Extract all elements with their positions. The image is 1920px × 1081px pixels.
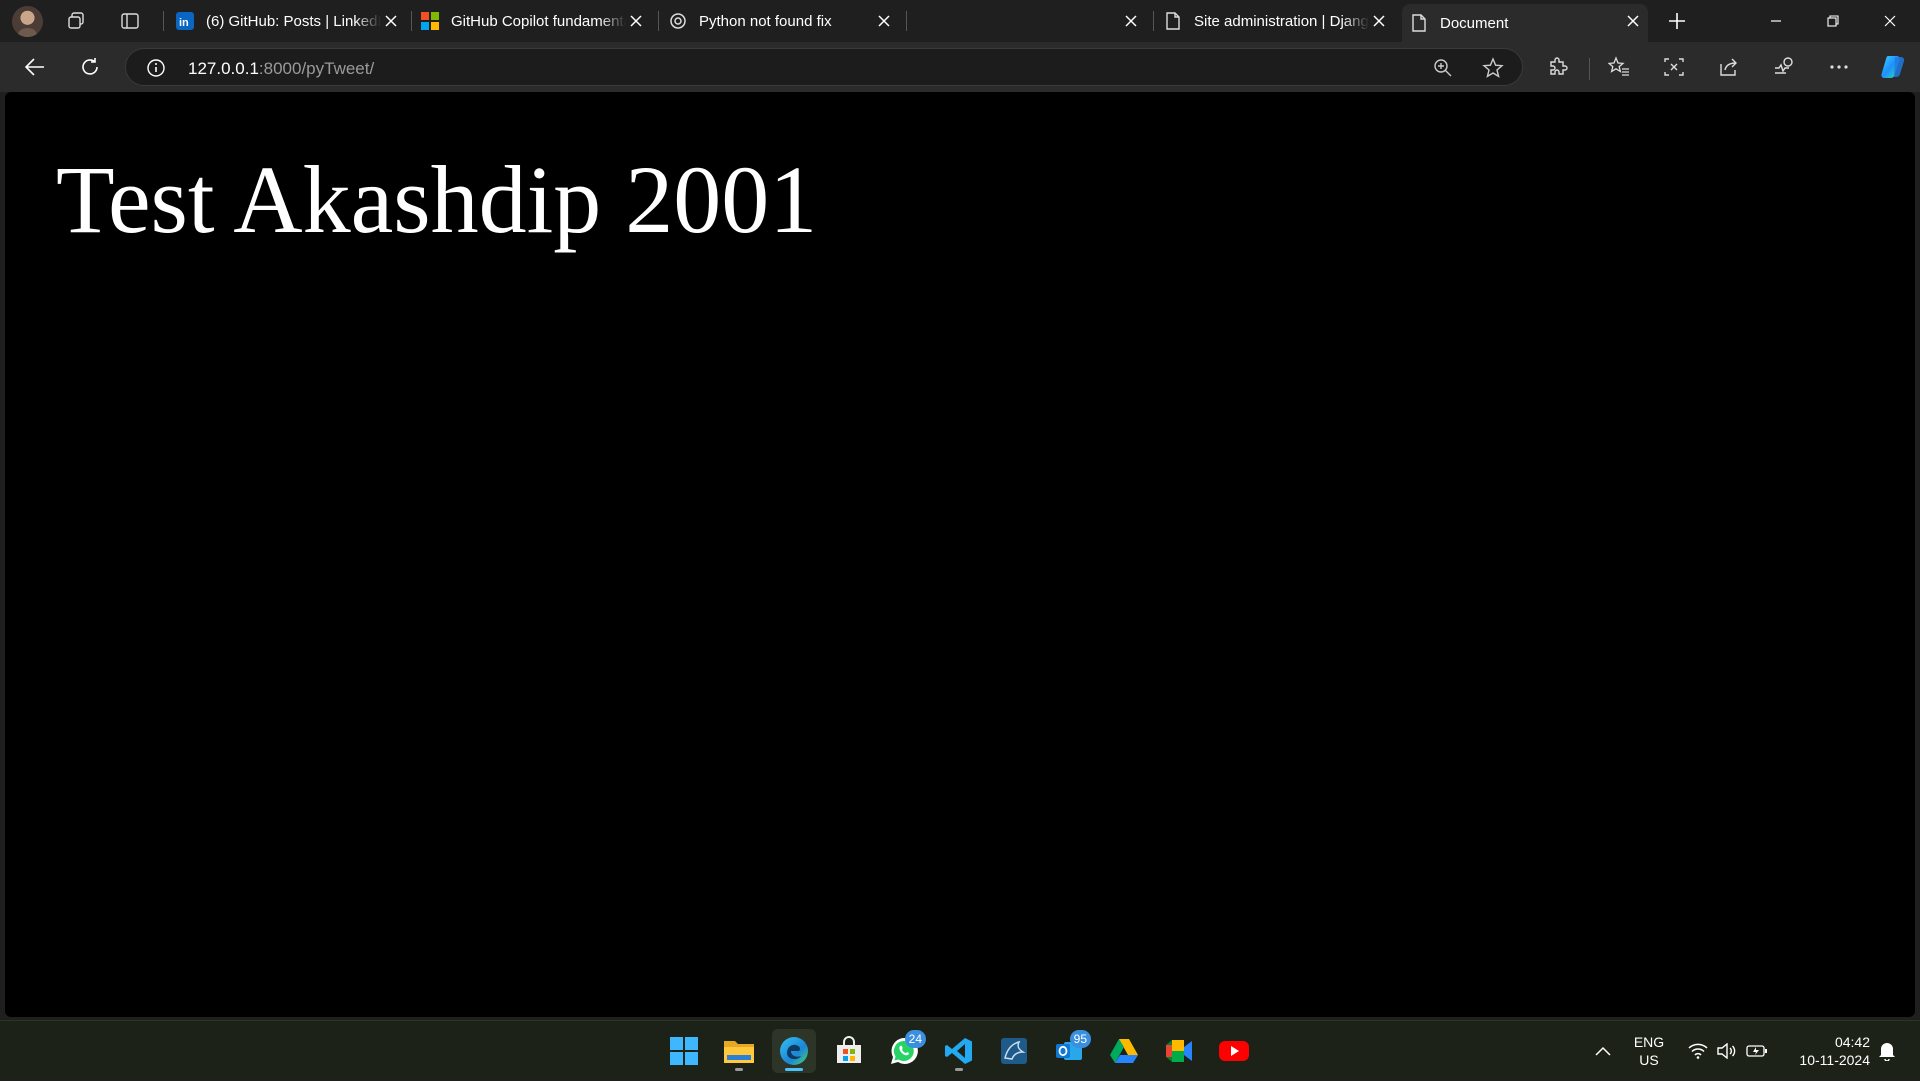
- new-tab-button[interactable]: [1662, 7, 1692, 35]
- restore-icon: [1827, 15, 1839, 27]
- mysql-icon: [1001, 1038, 1027, 1064]
- extensions-button[interactable]: [1541, 51, 1575, 83]
- clock-date: 10-11-2024: [1799, 1052, 1870, 1068]
- tab-title: (6) GitHub: Posts | LinkedIn: [206, 12, 381, 30]
- share-button[interactable]: [1712, 51, 1746, 83]
- youtube-icon: [1219, 1041, 1249, 1061]
- google-meet-button[interactable]: [1157, 1029, 1201, 1073]
- workspaces-icon: [68, 12, 84, 29]
- loading-icon: [916, 12, 934, 30]
- screenshot-icon: [1664, 58, 1684, 76]
- plus-icon: [1669, 13, 1685, 29]
- microsoft-icon: [421, 12, 439, 30]
- linkedin-icon: in: [176, 12, 194, 30]
- vscode-button[interactable]: [937, 1029, 981, 1073]
- taskbar: 24 95 ENG US 04:42 10-11-2024: [0, 1020, 1920, 1080]
- address-bar[interactable]: 127.0.0.1:8000/pyTweet/: [125, 48, 1523, 86]
- whatsapp-badge: 24: [904, 1030, 926, 1048]
- settings-more-button[interactable]: [1822, 51, 1856, 83]
- favorites-list-icon: [1608, 56, 1629, 76]
- youtube-button[interactable]: [1212, 1029, 1256, 1073]
- copilot-icon: [1881, 56, 1905, 78]
- volume-icon[interactable]: [1714, 1021, 1738, 1081]
- favorite-star-icon[interactable]: [1482, 57, 1504, 84]
- tab-blank[interactable]: [908, 4, 1146, 38]
- heart-pulse-icon: [1775, 57, 1793, 74]
- page-icon: [1410, 14, 1428, 32]
- show-hidden-icons-button[interactable]: [1587, 1021, 1619, 1081]
- close-tab-icon[interactable]: [627, 12, 645, 30]
- meet-icon: [1166, 1040, 1192, 1062]
- tab-copilot[interactable]: GitHub Copilot fundamentals: [413, 4, 651, 38]
- whatsapp-button[interactable]: 24: [882, 1029, 926, 1073]
- restore-button[interactable]: [1805, 0, 1861, 42]
- copilot-button[interactable]: [1876, 51, 1910, 83]
- browser-toolbar: 127.0.0.1:8000/pyTweet/: [0, 42, 1920, 92]
- tab-django-admin[interactable]: Site administration | Django: [1156, 4, 1394, 38]
- vertical-tabs-icon: [121, 13, 139, 29]
- battery-icon[interactable]: [1744, 1021, 1770, 1081]
- favorites-button[interactable]: [1602, 51, 1636, 83]
- browser-essentials-button[interactable]: [1767, 51, 1801, 83]
- site-info-icon[interactable]: [146, 58, 166, 83]
- close-tab-icon[interactable]: [1122, 12, 1140, 30]
- chatgpt-icon: [669, 12, 687, 30]
- url-text[interactable]: 127.0.0.1:8000/pyTweet/: [188, 59, 374, 79]
- back-button[interactable]: [18, 51, 52, 83]
- bell-icon: [1879, 1043, 1895, 1061]
- tab-document[interactable]: Document: [1402, 4, 1648, 42]
- drive-icon: [1110, 1039, 1138, 1063]
- screenshot-button[interactable]: [1657, 51, 1691, 83]
- puzzle-icon: [1550, 57, 1568, 75]
- clock-time: 04:42: [1834, 1034, 1870, 1050]
- more-dots-icon: [1830, 65, 1848, 69]
- wifi-icon[interactable]: [1686, 1021, 1710, 1081]
- refresh-button[interactable]: [73, 51, 107, 83]
- edge-icon: [780, 1037, 808, 1065]
- tab-title: Python not found fix: [699, 12, 832, 30]
- google-drive-button[interactable]: [1102, 1029, 1146, 1073]
- tab-linkedin[interactable]: in (6) GitHub: Posts | LinkedIn: [168, 4, 406, 38]
- tab-actions-button[interactable]: [115, 7, 145, 35]
- file-explorer-button[interactable]: [717, 1029, 761, 1073]
- windows-icon: [670, 1037, 698, 1065]
- chevron-up-icon: [1595, 1046, 1611, 1056]
- refresh-icon: [82, 58, 98, 75]
- store-button[interactable]: [827, 1029, 871, 1073]
- tab-title: GitHub Copilot fundamentals: [451, 12, 626, 30]
- tab-title: Site administration | Django: [1194, 12, 1369, 30]
- close-tab-icon[interactable]: [382, 12, 400, 30]
- outlook-badge: 95: [1069, 1030, 1091, 1048]
- vscode-icon: [945, 1038, 972, 1064]
- close-tab-icon[interactable]: [1370, 12, 1388, 30]
- web-content: Test Akashdip 2001: [5, 92, 1915, 1017]
- svg-text:in: in: [179, 17, 189, 29]
- zoom-icon[interactable]: [1433, 58, 1453, 83]
- store-icon: [837, 1036, 861, 1063]
- arrow-left-icon: [25, 58, 44, 76]
- tab-chatgpt[interactable]: Python not found fix: [661, 4, 899, 38]
- page-icon: [1164, 12, 1182, 30]
- tab-strip: in (6) GitHub: Posts | LinkedIn GitHub C…: [0, 0, 1920, 42]
- tab-title: Document: [1440, 14, 1509, 32]
- outlook-button[interactable]: 95: [1047, 1029, 1091, 1073]
- input-language-indicator[interactable]: ENG US: [1620, 1033, 1678, 1069]
- close-icon: [1884, 15, 1896, 27]
- workspaces-button[interactable]: [62, 7, 92, 35]
- profile-avatar[interactable]: [12, 6, 43, 37]
- minimize-icon: [1771, 20, 1781, 22]
- notifications-button[interactable]: [1874, 1021, 1900, 1081]
- clock[interactable]: 04:42 10-11-2024: [1776, 1033, 1870, 1069]
- minimize-button[interactable]: [1748, 0, 1804, 42]
- edge-button[interactable]: [772, 1029, 816, 1073]
- start-button[interactable]: [662, 1029, 706, 1073]
- close-window-button[interactable]: [1862, 0, 1918, 42]
- close-tab-icon[interactable]: [1624, 12, 1642, 30]
- share-icon: [1720, 58, 1737, 76]
- page-heading: Test Akashdip 2001: [56, 146, 818, 253]
- folder-icon: [724, 1041, 754, 1063]
- close-tab-icon[interactable]: [875, 12, 893, 30]
- mysql-workbench-button[interactable]: [992, 1029, 1036, 1073]
